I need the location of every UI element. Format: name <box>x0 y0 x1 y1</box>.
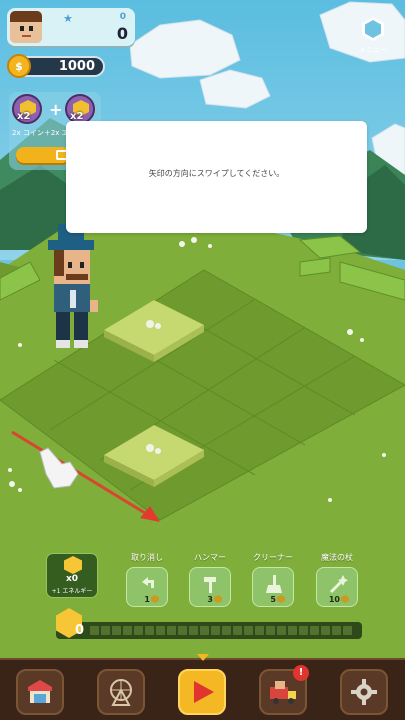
energy-segment <box>123 626 132 635</box>
nav-play[interactable] <box>178 669 226 715</box>
tool-cleaner[interactable]: クリーナー 5 <box>250 552 296 607</box>
coin-icon: $ <box>7 54 31 78</box>
nav-settings[interactable] <box>340 669 388 715</box>
boost-description: 2x コイン＋2x エネル <box>12 129 72 137</box>
tool-hammer[interactable]: ハンマー 3 <box>187 552 233 607</box>
tool-card[interactable]: 10 <box>316 567 358 607</box>
energy-segment <box>178 626 187 635</box>
energy-boost-badge: x2 <box>65 94 95 124</box>
coin-value: 1000 <box>58 59 95 74</box>
tool-label: 魔法の杖 <box>321 553 353 562</box>
energy-segment <box>156 626 165 635</box>
energy-count: x0 <box>65 574 79 584</box>
energy-bar <box>56 622 362 639</box>
energy-segment <box>211 626 220 635</box>
energy-segment <box>134 626 143 635</box>
tutorial-message: 矢印の方向にスワイプしてください。 <box>148 168 285 178</box>
notification-badge: ! <box>293 665 309 681</box>
tool-card[interactable]: 3 <box>189 567 231 607</box>
energy-segment <box>310 626 319 635</box>
energy-segment <box>255 626 264 635</box>
nav-shop[interactable] <box>16 669 64 715</box>
energy-segment <box>189 626 198 635</box>
nav-ferris-wheel[interactable] <box>97 669 145 715</box>
energy-segment <box>277 626 286 635</box>
energy-segment <box>288 626 297 635</box>
tool-cost: 3 <box>207 595 222 604</box>
player-profile[interactable]: ★ 0 0 <box>7 8 135 46</box>
watch-video-button[interactable] <box>16 147 70 163</box>
tool-undo[interactable]: 取り消し 1 <box>124 552 170 607</box>
avatar <box>10 11 42 43</box>
energy-segment <box>244 626 253 635</box>
star-icon: ★ <box>63 12 73 25</box>
undo-icon <box>142 577 154 588</box>
tool-label: 取り消し <box>131 553 163 562</box>
energy-cube-icon <box>64 556 82 574</box>
tool-cost: 10 <box>329 595 349 604</box>
menu-button[interactable]: メニュー <box>358 17 388 55</box>
nav-active-pointer <box>197 654 209 661</box>
energy-segment <box>266 626 275 635</box>
energy-segment <box>321 626 330 635</box>
energy-segment <box>200 626 209 635</box>
nav-delivery[interactable]: ! <box>259 665 309 715</box>
tool-card[interactable]: 5 <box>252 567 294 607</box>
delivery-truck-icon <box>270 681 296 704</box>
hammer-icon <box>204 577 216 593</box>
boost-plus: + <box>49 100 63 119</box>
energy-segment <box>332 626 341 635</box>
energy-bar-value: 0 <box>75 623 85 638</box>
energy-segment <box>222 626 231 635</box>
tool-magic-wand[interactable]: 魔法の杖 10 <box>314 552 360 607</box>
magic-wand-icon <box>329 575 348 594</box>
play-icon <box>194 681 214 703</box>
coin-boost-badge: x2 <box>12 94 42 124</box>
tool-cost: 1 <box>144 595 159 604</box>
energy-segment <box>145 626 154 635</box>
energy-segment <box>167 626 176 635</box>
energy-label: +1 エネルギー <box>51 588 93 595</box>
energy-segment <box>233 626 242 635</box>
tutorial-dialog[interactable]: 矢印の方向にスワイプしてください。 <box>66 121 367 233</box>
energy-segment <box>101 626 110 635</box>
level-value: 0 <box>119 12 126 22</box>
hexagon-menu-icon <box>362 17 384 41</box>
menu-label: メニュー <box>359 46 387 54</box>
tool-cost: 5 <box>270 595 285 604</box>
gear-icon <box>351 679 377 705</box>
energy-segment <box>299 626 308 635</box>
coin-counter[interactable]: $ 1000 <box>7 54 105 78</box>
broom-icon <box>266 575 282 593</box>
ferris-wheel-icon <box>110 679 132 706</box>
energy-segment <box>343 626 352 635</box>
xp-value: 0 <box>116 24 128 43</box>
tool-card[interactable]: 1 <box>126 567 168 607</box>
tool-label: クリーナー <box>253 553 293 562</box>
energy-segment <box>112 626 121 635</box>
energy-purchase-card[interactable]: x0 +1 エネルギー <box>46 553 98 598</box>
shop-icon <box>28 680 52 703</box>
tool-label: ハンマー <box>194 553 226 562</box>
energy-segment <box>90 626 99 635</box>
bottom-nav: ! <box>0 658 405 720</box>
